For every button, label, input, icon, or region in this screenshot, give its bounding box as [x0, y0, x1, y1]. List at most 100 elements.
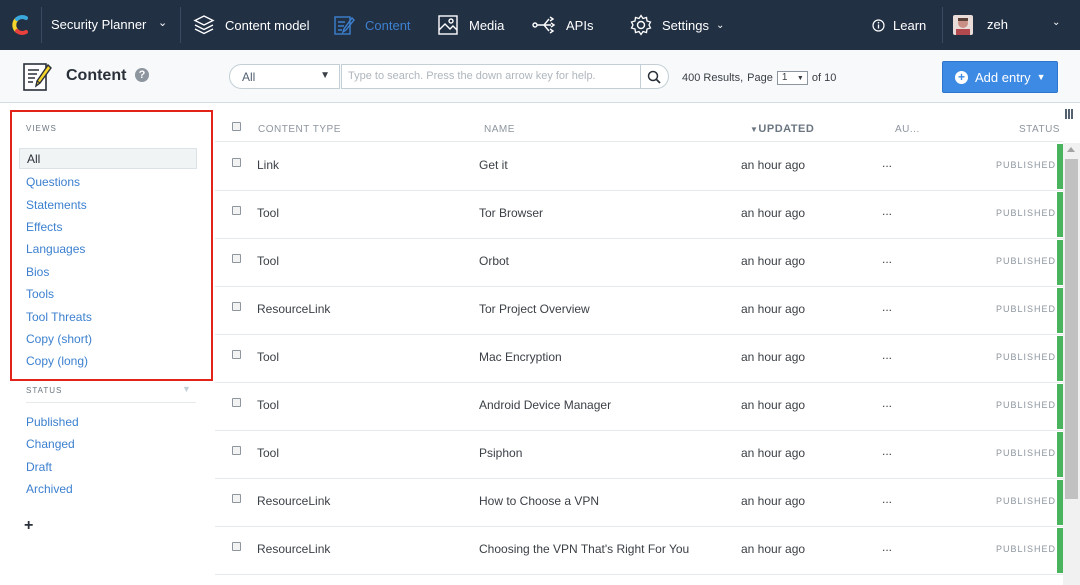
row-checkbox[interactable] [232, 302, 241, 311]
page-value: 1 [781, 72, 788, 83]
filter-value: All [242, 70, 256, 84]
cubes-icon [193, 15, 215, 35]
space-name[interactable]: Security Planner [51, 17, 146, 32]
view-item-languages[interactable]: Languages [26, 242, 85, 256]
nav-label: Content [365, 17, 411, 33]
cell-content-type: Link [257, 158, 280, 172]
column-header-updated[interactable]: ▼UPDATED [750, 123, 814, 135]
row-checkbox[interactable] [232, 494, 241, 503]
table-row[interactable]: ResourceLink Tor Project Overview an hou… [215, 287, 1063, 335]
user-name[interactable]: zeh [987, 17, 1008, 32]
status-badge: PUBLISHED [996, 160, 1057, 170]
cell-content-type: ResourceLink [257, 494, 331, 508]
plus-circle-icon: + [955, 70, 968, 84]
search-button[interactable] [641, 64, 669, 89]
search-icon [647, 70, 661, 84]
cell-name[interactable]: Orbot [479, 254, 509, 268]
view-item-questions[interactable]: Questions [26, 175, 80, 189]
chevron-down-icon: ▼ [796, 75, 804, 82]
view-item-effects[interactable]: Effects [26, 220, 62, 234]
view-item-all[interactable]: All [19, 148, 197, 169]
cell-name[interactable]: Tor Browser [479, 206, 543, 220]
nav-apis[interactable]: APIs [532, 0, 593, 50]
contentful-logo-icon[interactable] [9, 13, 33, 37]
table-row[interactable]: ResourceLink Choosing the VPN That's Rig… [215, 527, 1063, 575]
view-item-copy-long[interactable]: Copy (long) [26, 354, 88, 368]
row-checkbox[interactable] [232, 158, 241, 167]
view-item-statements[interactable]: Statements [26, 198, 87, 212]
cell-author: ... [882, 348, 893, 362]
cell-updated: an hour ago [741, 542, 806, 556]
info-icon [872, 18, 885, 32]
column-header-content-type[interactable]: CONTENT TYPE [258, 124, 341, 135]
help-icon[interactable]: ? [135, 68, 149, 82]
cell-name[interactable]: Choosing the VPN That's Right For You [479, 542, 689, 556]
cell-name[interactable]: Tor Project Overview [479, 302, 590, 316]
cell-author: ... [882, 252, 893, 266]
workbench-header: Content ? All ▼ Type to search. Press th… [0, 50, 1080, 103]
status-badge: PUBLISHED [996, 400, 1057, 410]
row-checkbox[interactable] [232, 206, 241, 215]
cell-name[interactable]: Mac Encryption [479, 350, 562, 364]
select-all-checkbox[interactable] [232, 122, 241, 131]
status-badge: PUBLISHED [996, 544, 1057, 554]
row-checkbox[interactable] [232, 254, 241, 263]
chevron-down-icon[interactable]: ⌄ [1052, 17, 1060, 28]
nav-label: Settings [662, 17, 709, 33]
status-badge: PUBLISHED [996, 304, 1057, 314]
column-header-name[interactable]: NAME [484, 124, 515, 135]
view-item-tool-threats[interactable]: Tool Threats [26, 310, 92, 324]
row-checkbox[interactable] [232, 446, 241, 455]
status-item-published[interactable]: Published [26, 415, 79, 429]
scrollbar-thumb[interactable] [1065, 159, 1078, 499]
cell-name[interactable]: Android Device Manager [479, 398, 611, 412]
status-item-changed[interactable]: Changed [26, 437, 75, 451]
cell-name[interactable]: Psiphon [479, 446, 522, 460]
table-row[interactable]: Link Get it an hour ago ... PUBLISHED [215, 143, 1063, 191]
status-item-draft[interactable]: Draft [26, 460, 52, 474]
learn-link[interactable]: Learn [872, 0, 926, 50]
view-item-tools[interactable]: Tools [26, 287, 54, 301]
nav-content-model[interactable]: Content model [193, 0, 310, 50]
columns-icon[interactable] [1064, 109, 1074, 119]
avatar[interactable] [953, 15, 973, 35]
table-row[interactable]: Tool Tor Browser an hour ago ... PUBLISH… [215, 191, 1063, 239]
nav-media[interactable]: Media [437, 0, 504, 50]
column-header-updated-label: UPDATED [758, 123, 815, 135]
view-item-bios[interactable]: Bios [26, 265, 49, 279]
nav-settings[interactable]: Settings ⌄ [630, 0, 724, 50]
cell-name[interactable]: Get it [479, 158, 508, 172]
column-header-status[interactable]: STATUS [1019, 124, 1060, 135]
cell-updated: an hour ago [741, 350, 806, 364]
nav-content[interactable]: Content [333, 0, 411, 50]
top-navigation-bar: Security Planner ⌄ Content model Content… [0, 0, 1080, 50]
cell-author: ... [882, 204, 893, 218]
scroll-up-arrow-icon[interactable] [1067, 147, 1075, 152]
status-item-archived[interactable]: Archived [26, 482, 73, 496]
add-entry-button[interactable]: + Add entry ▼ [942, 61, 1058, 93]
content-type-filter-select[interactable]: All ▼ [229, 64, 340, 89]
collapse-triangle-icon[interactable]: ▼ [182, 384, 191, 394]
table-row[interactable]: Tool Orbot an hour ago ... PUBLISHED [215, 239, 1063, 287]
vertical-scrollbar[interactable] [1063, 143, 1080, 585]
page-title: Content [66, 67, 127, 84]
row-checkbox[interactable] [232, 350, 241, 359]
cell-content-type: Tool [257, 350, 280, 364]
page-select[interactable]: 1 ▼ [776, 71, 808, 85]
search-input[interactable]: Type to search. Press the down arrow key… [341, 64, 641, 89]
table-row[interactable]: Tool Psiphon an hour ago ... PUBLISHED [215, 431, 1063, 479]
table-row[interactable]: Tool Android Device Manager an hour ago … [215, 383, 1063, 431]
table-row[interactable]: Tool Mac Encryption an hour ago ... PUBL… [215, 335, 1063, 383]
add-view-button[interactable]: + [24, 517, 33, 535]
cell-name[interactable]: How to Choose a VPN [479, 494, 599, 508]
table-row[interactable]: ResourceLink How to Choose a VPN an hour… [215, 479, 1063, 527]
cell-content-type: ResourceLink [257, 542, 331, 556]
view-item-copy-short[interactable]: Copy (short) [26, 332, 92, 346]
column-header-author[interactable]: AU... [895, 124, 920, 135]
row-checkbox[interactable] [232, 398, 241, 407]
cell-updated: an hour ago [741, 494, 806, 508]
status-heading: STATUS [26, 386, 63, 395]
view-label: All [27, 152, 41, 166]
row-checkbox[interactable] [232, 542, 241, 551]
chevron-down-icon[interactable]: ⌄ [158, 16, 167, 29]
